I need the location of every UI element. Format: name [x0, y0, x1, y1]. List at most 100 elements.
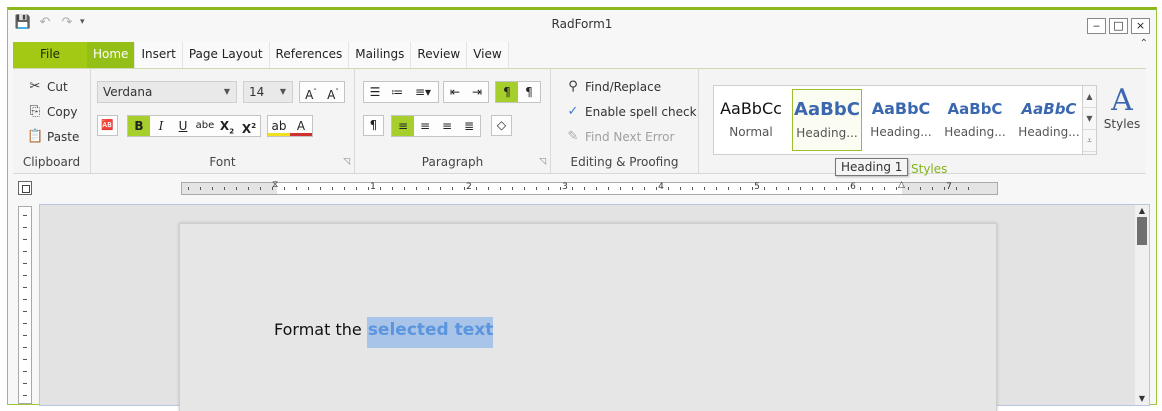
ruler-tick: [356, 187, 357, 190]
subscript-button[interactable]: X2: [216, 116, 238, 136]
right-indent-marker[interactable]: △: [898, 180, 905, 190]
grow-font-icon[interactable]: A˄: [300, 82, 322, 102]
minimize-button[interactable]: ‒: [1087, 18, 1106, 34]
paragraph-dialog-launcher-icon[interactable]: ◹: [539, 157, 546, 167]
ruler-tick: [23, 347, 27, 348]
horizontal-ruler[interactable]: ⧖ △ 1 2 3 4 5 6 7: [181, 180, 998, 195]
spell-check-button[interactable]: ✓ Enable spell check: [565, 104, 697, 120]
find-next-error-button[interactable]: ✎ Find Next Error: [565, 129, 675, 145]
align-left-icon[interactable]: ≡: [392, 116, 414, 136]
ruler-tick: [23, 371, 27, 372]
font-group-label: Font: [209, 155, 236, 169]
ruler-tick: [872, 187, 873, 190]
scroll-up-icon[interactable]: ▲: [1135, 205, 1149, 217]
tab-home[interactable]: Home: [87, 42, 136, 68]
ruler-tick: [740, 187, 741, 190]
document-page[interactable]: Format the selected text: [179, 223, 997, 411]
cut-button[interactable]: ✂ Cut: [27, 79, 68, 95]
tab-insert[interactable]: Insert: [135, 42, 183, 68]
tab-page-layout[interactable]: Page Layout: [182, 42, 270, 68]
alignment-buttons: ≡ ≡ ≡ ≣: [391, 115, 481, 137]
ruler-tick: [23, 263, 27, 264]
ruler-tick: [932, 187, 933, 190]
clear-formatting-button[interactable]: 🆎: [97, 115, 118, 136]
collapse-ribbon-icon[interactable]: ⌃: [1140, 38, 1148, 49]
bullets-icon[interactable]: ☰: [364, 82, 386, 102]
underline-button[interactable]: U: [172, 116, 194, 136]
styles-button[interactable]: A Styles: [1100, 85, 1144, 132]
style-normal[interactable]: AaBbCc Normal: [716, 89, 786, 151]
selected-text[interactable]: selected text: [366, 317, 494, 348]
shading-button[interactable]: ◇: [491, 115, 512, 136]
numbering-icon[interactable]: ≔: [386, 82, 408, 102]
font-family-value: Verdana: [103, 85, 153, 99]
justify-icon[interactable]: ≣: [458, 116, 480, 136]
shrink-font-icon[interactable]: A˅: [322, 82, 344, 102]
color-buttons: ab A: [267, 115, 313, 137]
ruler-number: 4: [658, 182, 664, 192]
eraser-icon: ✎: [567, 129, 579, 144]
style-sample: AaBbCc: [720, 99, 782, 118]
binoculars-icon: ⚲: [568, 79, 578, 94]
ruler-tick: [23, 323, 27, 324]
style-tooltip: Heading 1: [835, 158, 909, 176]
gallery-up-icon[interactable]: ▲: [1083, 86, 1096, 108]
style-name: Normal: [729, 125, 773, 139]
rtl-paragraph-icon[interactable]: ¶: [518, 82, 540, 102]
tab-view[interactable]: View: [467, 42, 509, 68]
style-heading-4[interactable]: AaBbC Heading...: [1014, 89, 1084, 151]
show-formatting-button[interactable]: ¶: [363, 115, 384, 136]
gallery-down-icon[interactable]: ▼: [1083, 108, 1096, 130]
style-sample: AaBbC: [947, 100, 1003, 118]
decrease-indent-icon[interactable]: ⇤: [444, 82, 466, 102]
gallery-expand-icon[interactable]: ⩡: [1083, 130, 1096, 152]
ruler-tick: [476, 187, 477, 190]
ruler-tick: [500, 187, 501, 190]
highlight-color-icon[interactable]: ab: [268, 116, 290, 136]
maximize-button[interactable]: □: [1109, 18, 1128, 34]
scroll-down-icon[interactable]: ▼: [1135, 393, 1149, 405]
spell-check-icon: ✓: [567, 104, 579, 119]
document-paragraph[interactable]: Format the selected text: [274, 317, 494, 348]
ltr-paragraph-icon[interactable]: ¶: [496, 82, 518, 102]
subscript-label: X: [219, 119, 230, 133]
paste-button[interactable]: 📋 Paste: [27, 129, 79, 145]
ruler-tick: [296, 187, 297, 190]
find-replace-button[interactable]: ⚲ Find/Replace: [565, 79, 661, 95]
align-right-icon[interactable]: ≡: [436, 116, 458, 136]
vertical-scrollbar[interactable]: ▲ ▼: [1135, 205, 1149, 405]
font-size-adjust: A˄ A˅: [299, 81, 345, 103]
tab-file[interactable]: File: [13, 42, 87, 68]
superscript-label: X: [241, 122, 252, 136]
tab-references[interactable]: References: [269, 42, 350, 68]
style-heading-3[interactable]: AaBbC Heading...: [940, 89, 1010, 151]
multilevel-list-icon[interactable]: ≡▾: [408, 82, 438, 102]
font-family-select[interactable]: Verdana ▼: [97, 81, 237, 103]
font-dialog-launcher-icon[interactable]: ◹: [343, 157, 350, 167]
tab-review[interactable]: Review: [411, 42, 468, 68]
ruler-tick: [644, 187, 645, 190]
tab-mailings[interactable]: Mailings: [349, 42, 412, 68]
ruler-tick: [320, 187, 321, 190]
style-heading-2[interactable]: AaBbC Heading...: [866, 89, 936, 151]
scroll-thumb[interactable]: [1137, 217, 1147, 245]
bold-button[interactable]: B: [128, 116, 150, 136]
copy-button[interactable]: ⎘ Copy: [27, 104, 78, 120]
vertical-ruler[interactable]: [18, 206, 32, 404]
ruler-tick: [344, 187, 345, 190]
styles-group-label: Styles: [911, 162, 948, 176]
paste-icon: 📋: [27, 129, 44, 144]
superscript-button[interactable]: X2: [238, 116, 260, 136]
ruler-toggle-button[interactable]: [18, 181, 32, 195]
ruler-tick: [23, 251, 27, 252]
italic-button[interactable]: I: [150, 116, 172, 136]
close-button[interactable]: ×: [1131, 18, 1150, 34]
increase-indent-icon[interactable]: ⇥: [466, 82, 488, 102]
align-center-icon[interactable]: ≡: [414, 116, 436, 136]
font-size-select[interactable]: 14 ▼: [243, 81, 293, 103]
font-color-icon[interactable]: A: [290, 116, 312, 136]
ruler-tick: [23, 311, 27, 312]
ruler-tick: [488, 187, 489, 190]
strikethrough-button[interactable]: abe: [194, 116, 216, 136]
style-heading-1[interactable]: AaBbC Heading...: [792, 89, 862, 151]
